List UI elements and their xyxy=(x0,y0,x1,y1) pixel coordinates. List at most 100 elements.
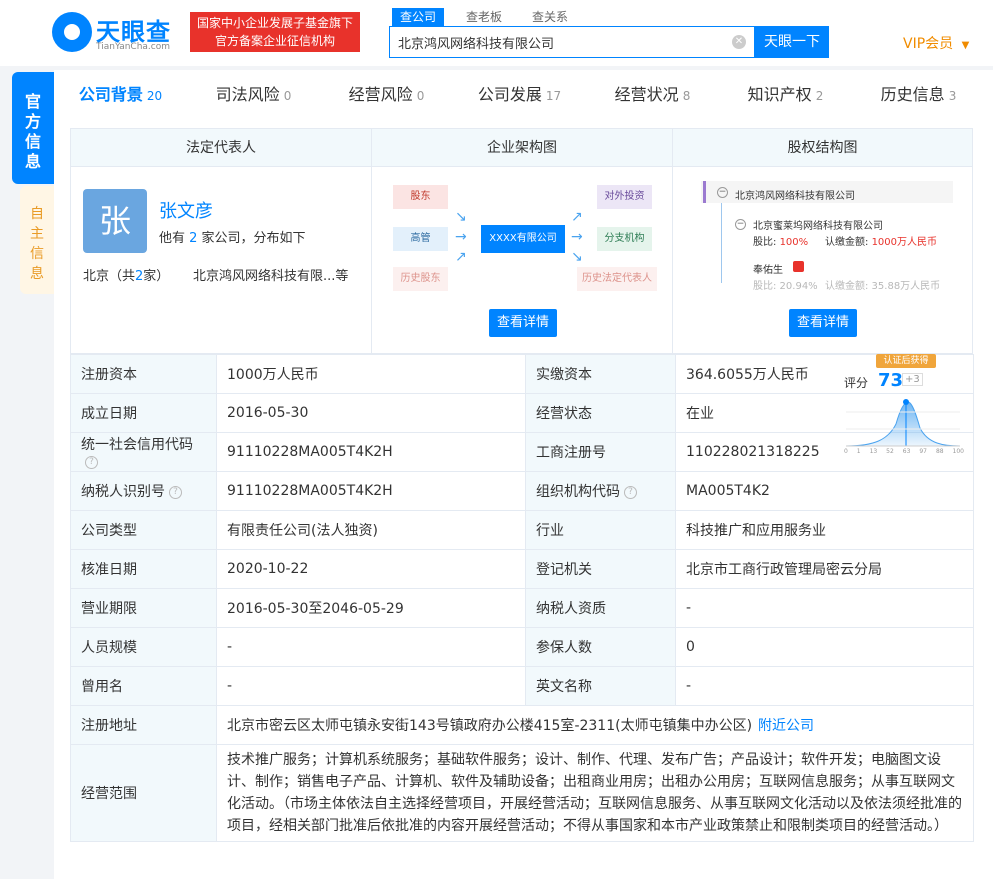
help-icon[interactable]: ? xyxy=(624,485,637,499)
nav-count: 17 xyxy=(545,89,562,103)
overview-panel: 法定代表人 企业架构图 股权结构图 张 张文彦 他有 2 家公司，分布如下 北京… xyxy=(70,128,973,354)
help-icon[interactable]: ? xyxy=(85,455,98,469)
equity-holder2-amount: 认缴金额: 35.88万人民币 xyxy=(825,281,941,292)
table-row: 曾用名 - 英文名称 - xyxy=(70,666,974,706)
org-chart-detail-button[interactable]: 查看详情 xyxy=(489,309,557,337)
nav-legal-risk[interactable]: 司法风险 0 xyxy=(187,70,320,120)
tab-search-company[interactable]: 查公司 xyxy=(392,8,445,26)
axis-tick: 63 xyxy=(902,448,911,455)
field-label: 营业期限 xyxy=(70,588,217,628)
clear-icon[interactable]: ✕ xyxy=(732,35,746,49)
score-label: 评分 xyxy=(844,376,869,390)
field-label: 曾用名 xyxy=(70,666,217,706)
equity-chart-detail-button[interactable]: 查看详情 xyxy=(789,309,857,337)
side-tab-self-info[interactable]: 自主信息 xyxy=(20,186,54,294)
nav-label: 经营风险 xyxy=(348,85,413,104)
field-value: 2020-10-22 xyxy=(216,549,526,589)
org-chart-header: 企业架构图 xyxy=(372,129,672,167)
field-value: - xyxy=(216,666,526,706)
side-tab-official-info[interactable]: 官方信息 xyxy=(12,72,54,184)
search-input[interactable] xyxy=(398,27,728,57)
equity-holder1-ratio: 股比: 100% xyxy=(753,233,808,248)
nav-company-background[interactable]: 公司背景 20 xyxy=(54,70,187,120)
field-label-with-help: 组织机构代码? xyxy=(525,471,676,511)
address-value-cell: 北京市密云区太师屯镇永安街143号镇政府办公楼415室-2311(太师屯镇集中办… xyxy=(216,705,974,745)
org-shareholder-box: 股东 xyxy=(393,185,448,209)
main-panel: 公司背景 20 司法风险 0 经营风险 0 公司发展 17 经营状况 8 知识产权 2 历史… xyxy=(54,70,993,879)
arrow-icon: ↘ xyxy=(455,209,467,225)
field-label: 公司类型 xyxy=(70,510,217,550)
nav-intellectual-property[interactable]: 知识产权 2 xyxy=(719,70,852,120)
side-tab-self-label: 自主信息 xyxy=(30,206,44,282)
table-row: 纳税人识别号? 91110228MA005T4K2H 组织机构代码? MA005T4K… xyxy=(70,471,974,511)
nav-count: 8 xyxy=(682,89,691,103)
nav-business-risk[interactable]: 经营风险 0 xyxy=(320,70,453,120)
nav-company-development[interactable]: 公司发展 17 xyxy=(453,70,586,120)
equity-holder2-ratio: 股比: 20.94% xyxy=(753,281,818,292)
equity-chart-header: 股权结构图 xyxy=(673,129,972,167)
arrow-icon: → xyxy=(571,229,583,245)
tianyancha-logo[interactable]: 天眼查 TianYanCha.com xyxy=(52,12,182,56)
table-row: 人员规模 - 参保人数 0 xyxy=(70,627,974,667)
field-label: 英文名称 xyxy=(525,666,676,706)
table-row: 营业期限 2016-05-30至2046-05-29 纳税人资质 - xyxy=(70,588,974,628)
field-label-with-help: 纳税人识别号? xyxy=(70,471,217,511)
equity-holder2-name[interactable]: 奉佑生 xyxy=(753,261,783,276)
arrow-icon: ↘ xyxy=(571,249,583,265)
divider xyxy=(371,129,372,353)
field-label: 行业 xyxy=(525,510,676,550)
score-widget[interactable]: 认证后获得 评分 73 +3 0 1 13 52 63 97 88 100 xyxy=(844,354,974,464)
org-branch-box: 分支机构 xyxy=(597,227,652,251)
field-value: 0 xyxy=(675,627,974,667)
field-label-text: 纳税人识别号 xyxy=(81,484,165,500)
field-value: - xyxy=(675,588,974,628)
table-row: 公司类型 有限责任公司(法人独资) 行业 科技推广和应用服务业 xyxy=(70,510,974,550)
vip-member-menu[interactable]: VIP会员 ▼ xyxy=(903,33,969,53)
axis-tick: 88 xyxy=(935,448,944,455)
legal-rep-avatar[interactable]: 张 xyxy=(83,189,147,253)
legal-rep-name-link[interactable]: 张文彦 xyxy=(159,197,213,223)
equity-root-marker xyxy=(703,181,706,203)
field-label: 经营状态 xyxy=(525,393,676,433)
org-history-rep-box: 历史法定代表人 xyxy=(577,267,657,291)
field-label-with-help: 统一社会信用代码? xyxy=(70,432,217,472)
help-icon[interactable]: ? xyxy=(169,485,182,499)
desc-prefix: 他有 xyxy=(159,231,190,246)
field-value: - xyxy=(216,627,526,667)
equity-root-company[interactable]: 北京鸿风网络科技有限公司 xyxy=(735,187,855,202)
search-button[interactable]: 天眼一下 xyxy=(755,26,829,58)
score-cert-tag: 认证后获得 xyxy=(876,354,936,368)
nav-label: 经营状况 xyxy=(614,85,679,104)
field-label: 工商注册号 xyxy=(525,432,676,472)
nav-count: 20 xyxy=(146,89,163,103)
nearby-companies-link[interactable]: 附近公司 xyxy=(758,718,814,734)
amount-value: 1000万人民币 xyxy=(871,237,938,248)
tab-search-relation[interactable]: 查关系 xyxy=(524,8,576,26)
nav-label: 公司发展 xyxy=(477,85,542,104)
legal-rep-location: 北京（共2家） xyxy=(83,265,169,284)
ratio-value: 100% xyxy=(779,237,809,248)
field-value: 91110228MA005T4K2H xyxy=(216,471,526,511)
field-label: 实缴资本 xyxy=(525,354,676,394)
desc-suffix: 家公司，分布如下 xyxy=(197,231,306,246)
nav-count: 0 xyxy=(416,89,425,103)
nav-history-info[interactable]: 历史信息 3 xyxy=(852,70,985,120)
field-label: 参保人数 xyxy=(525,627,676,667)
equity-holder1-name[interactable]: 北京蜜莱坞网络科技有限公司 xyxy=(753,217,883,232)
collapse-icon[interactable]: − xyxy=(735,219,746,230)
legal-rep-companies[interactable]: 北京鸿风网络科技有限...等 xyxy=(193,265,348,284)
axis-tick: 0 xyxy=(844,448,848,455)
field-value: 91110228MA005T4K2H xyxy=(216,432,526,472)
score-delta: +3 xyxy=(902,373,923,386)
tab-search-boss[interactable]: 查老板 xyxy=(458,8,510,26)
field-label-text: 统一社会信用代码 xyxy=(81,437,193,453)
business-scope-value: 技术推广服务；计算机系统服务；基础软件服务；设计、制作、代理、发布广告；产品设计… xyxy=(216,744,974,842)
legal-rep-header: 法定代表人 xyxy=(71,129,371,167)
top-header: 天眼查 TianYanCha.com 国家中小企业发展子基金旗下 官方备案企业征… xyxy=(0,0,993,66)
nav-label: 知识产权 xyxy=(747,85,812,104)
field-label: 经营范围 xyxy=(70,744,217,842)
nav-operating-status[interactable]: 经营状况 8 xyxy=(586,70,719,120)
collapse-icon[interactable]: − xyxy=(717,187,728,198)
address-value: 北京市密云区太师屯镇永安街143号镇政府办公楼415室-2311(太师屯镇集中办… xyxy=(227,718,753,734)
badge-line-1: 国家中小企业发展子基金旗下 xyxy=(196,16,353,30)
